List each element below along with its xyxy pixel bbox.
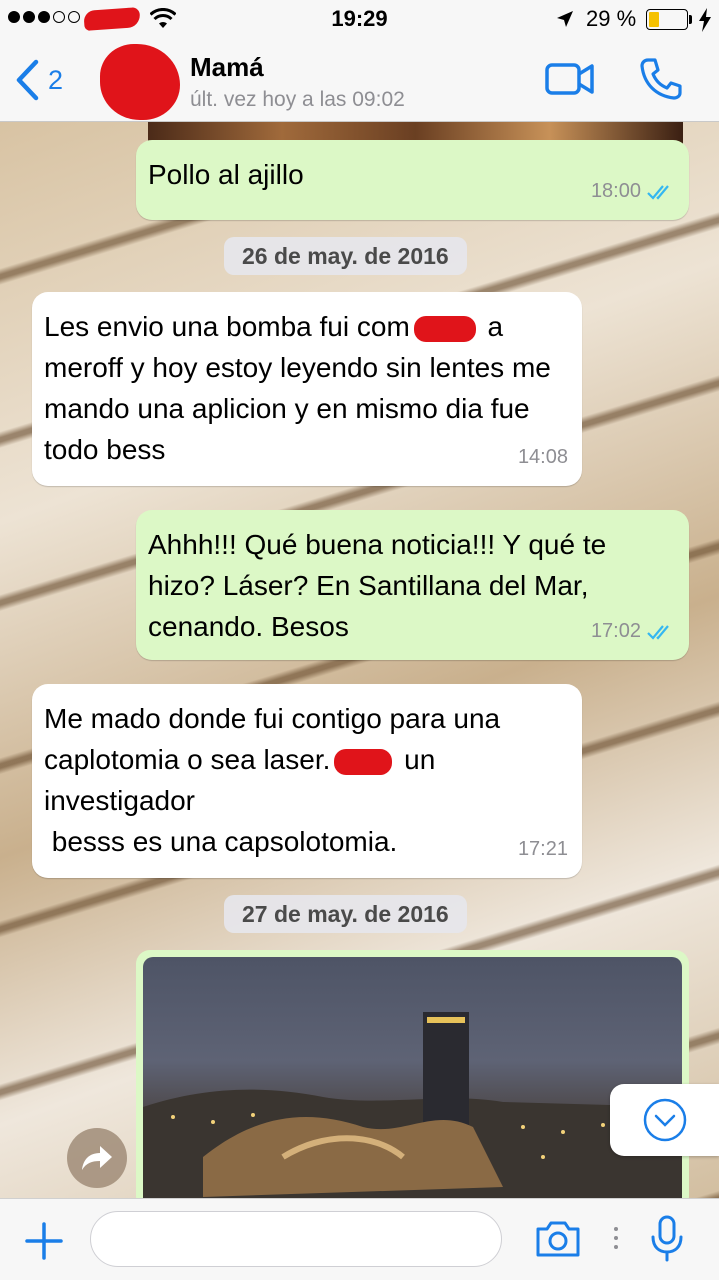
charging-bolt-icon [699,8,711,32]
battery-percent: 29 % [586,6,637,31]
message-outgoing-photo[interactable] [136,950,689,1198]
message-text: Les envio una bomba fui com a meroff y h… [44,311,559,465]
battery-icon [646,9,688,30]
message-time: 17:21 [517,838,568,860]
redaction-mark [334,748,393,775]
message-time: 14:08 [517,446,568,468]
status-bar: 19:29 29 % [0,0,719,40]
double-check-read-icon [647,184,669,200]
last-seen-status: últ. vez hoy a las 09:02 [190,88,405,111]
forward-button[interactable] [67,1128,127,1188]
redaction-mark [413,315,476,342]
phone-icon[interactable] [638,56,684,102]
video-call-icon[interactable] [545,62,595,96]
message-outgoing[interactable]: Ahhh!!! Qué buena noticia!!! Y qué te hi… [136,510,689,660]
location-arrow-icon [557,11,573,27]
microphone-icon[interactable] [650,1215,684,1263]
contact-name[interactable]: Mamá [190,52,264,83]
message-incoming[interactable]: Me mado donde fui contigo para una caplo… [32,684,582,878]
plus-icon[interactable] [24,1221,64,1261]
message-outgoing[interactable]: Pollo al ajillo 18:00 [136,140,689,220]
unread-count: 2 [48,64,64,95]
message-input-bar [0,1198,719,1280]
message-time: 18:00 [590,180,641,202]
chat-header: 2 Mamá últ. vez hoy a las 09:02 [0,40,719,122]
photo-city-night-image [143,1012,682,1198]
date-separator: 27 de may. de 2016 [224,895,467,933]
message-time: 17:02 [590,620,641,642]
message-text: Me mado donde fui contigo para una caplo… [44,703,508,857]
more-options-icon[interactable] [614,1227,618,1249]
scroll-to-bottom-button[interactable] [610,1084,719,1156]
message-input[interactable] [90,1211,502,1267]
double-check-read-icon [647,624,669,640]
chevron-left-icon [16,59,39,101]
chat-area[interactable]: Pollo al ajillo 18:00 26 de may. de 2016… [0,122,719,1198]
back-button[interactable]: 2 [14,58,63,102]
chevron-down-circle-icon [643,1098,686,1142]
camera-icon[interactable] [534,1219,582,1259]
photo-thumbnail[interactable] [143,957,682,1198]
share-arrow-icon [82,1146,112,1170]
message-incoming[interactable]: Les envio una bomba fui com a meroff y h… [32,292,582,486]
date-separator: 26 de may. de 2016 [224,237,467,275]
avatar[interactable] [100,44,180,120]
